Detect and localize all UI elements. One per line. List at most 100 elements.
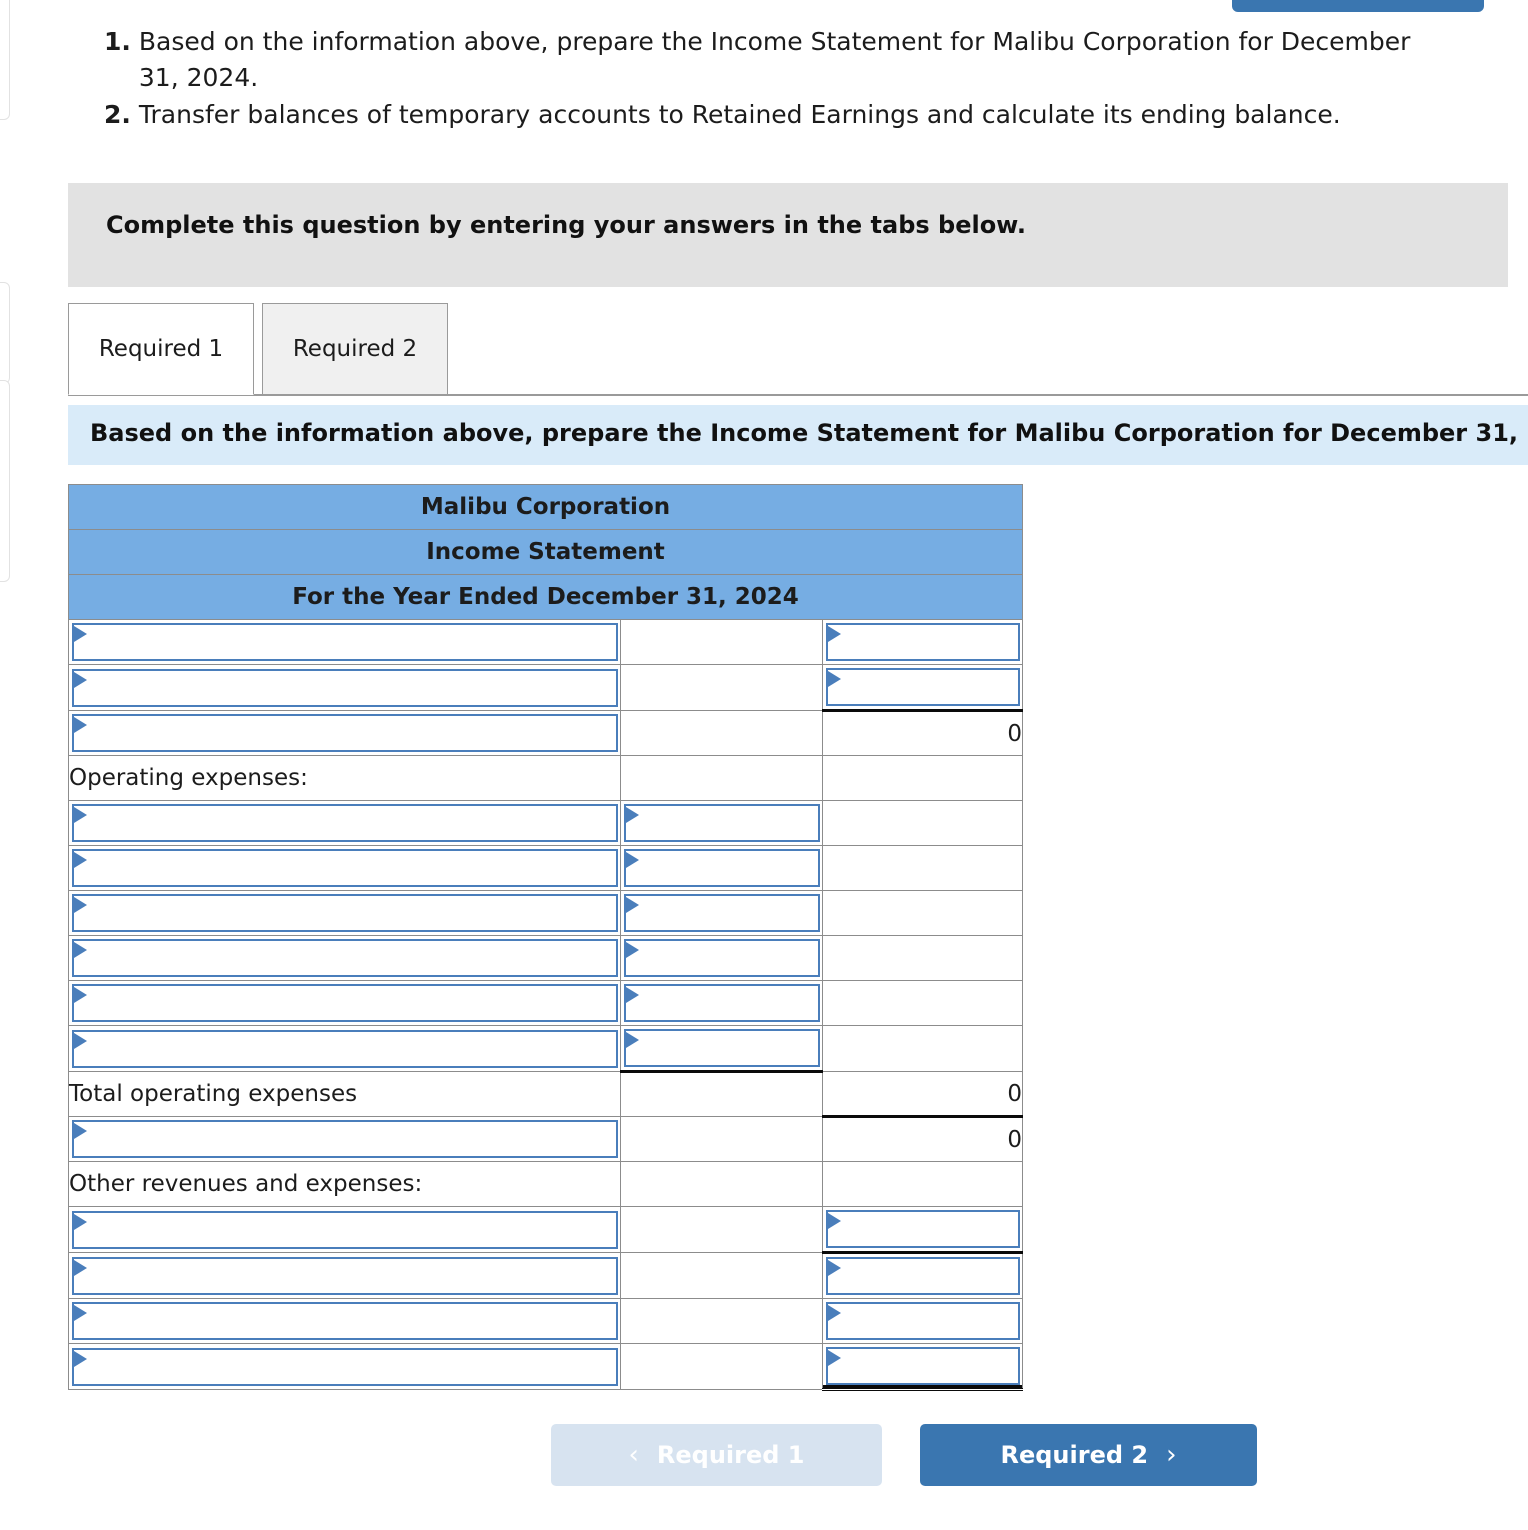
empty-cell (821, 845, 1024, 891)
table-row (68, 1025, 1024, 1073)
account-dropdown[interactable] (72, 668, 618, 707)
amount-dropdown[interactable] (624, 984, 820, 1022)
amount-select-cell[interactable] (821, 619, 1024, 665)
footer-navigation: ‹ Required 1 Required 2 › (551, 1424, 1261, 1486)
section-label-operating-expenses: Operating expenses: (68, 755, 621, 801)
section-label-other-revenues-expenses: Other revenues and expenses: (68, 1161, 621, 1207)
amount-dropdown[interactable] (624, 804, 820, 842)
table-row (68, 1252, 1024, 1299)
total-operating-expenses-label: Total operating expenses (68, 1071, 621, 1117)
amount-dropdown[interactable] (624, 939, 820, 977)
instruction-banner: Complete this question by entering your … (68, 183, 1508, 287)
other-account-select-cell[interactable] (68, 1252, 621, 1299)
expense-account-select-cell[interactable] (68, 845, 621, 891)
next-required-2-button[interactable]: Required 2 › (920, 1424, 1257, 1486)
amount-dropdown[interactable] (624, 894, 820, 932)
subtotal-account-select-cell[interactable] (68, 1116, 621, 1162)
amount-dropdown[interactable] (826, 1210, 1021, 1248)
expense-account-select-cell[interactable] (68, 980, 621, 1026)
top-action-button[interactable] (1232, 0, 1484, 12)
amount-dropdown[interactable] (826, 1347, 1021, 1385)
requirement-text: Based on the information above, prepare … (138, 27, 1411, 92)
account-dropdown[interactable] (72, 714, 618, 752)
expense-amount-select-cell[interactable] (620, 890, 823, 936)
other-account-select-cell[interactable] (68, 1343, 621, 1390)
amount-dropdown[interactable] (624, 1029, 820, 1067)
account-dropdown[interactable] (72, 1210, 618, 1249)
other-account-select-cell[interactable] (68, 1206, 621, 1253)
expense-account-select-cell[interactable] (68, 800, 621, 846)
empty-cell (821, 755, 1024, 801)
total-operating-expenses-value: 0 (821, 1071, 1024, 1118)
table-row (68, 619, 1024, 665)
table-row (68, 890, 1024, 936)
empty-cell (620, 1343, 823, 1390)
expense-amount-select-cell[interactable] (620, 980, 823, 1026)
amount-select-cell[interactable] (821, 664, 1024, 712)
amount-dropdown[interactable] (826, 1302, 1021, 1340)
account-select-cell[interactable] (68, 619, 621, 665)
expense-amount-select-cell[interactable] (620, 800, 823, 846)
computed-amount: 0 (821, 710, 1024, 756)
other-amount-select-cell[interactable] (821, 1298, 1024, 1344)
sheet-title-period: For the Year Ended December 31, 2024 (67, 574, 1024, 620)
account-dropdown[interactable] (72, 623, 618, 661)
empty-cell (620, 710, 823, 756)
expense-account-select-cell[interactable] (68, 890, 621, 936)
table-row (68, 1343, 1024, 1391)
empty-cell (821, 1025, 1024, 1072)
account-select-cell[interactable] (68, 710, 621, 756)
account-dropdown[interactable] (72, 1256, 618, 1295)
account-dropdown[interactable] (72, 1347, 618, 1386)
empty-cell (620, 755, 823, 801)
sheet-title-company: Malibu Corporation (67, 484, 1024, 530)
account-dropdown[interactable] (72, 1302, 618, 1340)
amount-dropdown[interactable] (826, 623, 1021, 661)
empty-cell (620, 1071, 823, 1117)
table-row: 0 (68, 710, 1024, 756)
requirement-item: 2. Transfer balances of temporary accoun… (104, 97, 1434, 133)
account-dropdown[interactable] (72, 939, 618, 977)
table-row (68, 1298, 1024, 1344)
expense-account-select-cell[interactable] (68, 935, 621, 981)
account-dropdown[interactable] (72, 894, 618, 932)
table-row (68, 664, 1024, 712)
tab-required-2[interactable]: Required 2 (262, 303, 448, 395)
account-dropdown[interactable] (72, 1120, 618, 1158)
computed-amount: 0 (821, 1116, 1024, 1162)
next-button-label: Required 2 (1000, 1441, 1149, 1469)
expense-amount-select-cell[interactable] (620, 1025, 823, 1073)
prompt-bar-text: Based on the information above, prepare … (90, 419, 1528, 447)
account-dropdown[interactable] (72, 984, 618, 1022)
other-amount-select-cell[interactable] (821, 1252, 1024, 1299)
requirement-number: 1. (104, 27, 131, 56)
empty-cell (821, 935, 1024, 981)
table-row (68, 1206, 1024, 1254)
account-select-cell[interactable] (68, 664, 621, 711)
account-dropdown[interactable] (72, 1029, 618, 1068)
left-panel-edge-top (0, 0, 10, 120)
requirement-item: 1. Based on the information above, prepa… (104, 24, 1434, 95)
requirement-number: 2. (104, 100, 131, 129)
table-row (68, 980, 1024, 1026)
prev-button-label: Required 1 (656, 1441, 805, 1469)
other-account-select-cell[interactable] (68, 1298, 621, 1344)
amount-dropdown[interactable] (624, 849, 820, 887)
sheet-title-row: Malibu Corporation (67, 484, 1024, 530)
expense-account-select-cell[interactable] (68, 1025, 621, 1072)
left-panel-edge-middle (0, 282, 10, 384)
amount-dropdown[interactable] (826, 1257, 1021, 1295)
expense-amount-select-cell[interactable] (620, 935, 823, 981)
tab-required-1[interactable]: Required 1 (68, 303, 254, 395)
account-dropdown[interactable] (72, 849, 618, 887)
expense-amount-select-cell[interactable] (620, 845, 823, 891)
sheet-title-statement: Income Statement (67, 529, 1024, 575)
other-amount-select-cell[interactable] (821, 1206, 1024, 1254)
table-row (68, 935, 1024, 981)
table-row (68, 800, 1024, 846)
account-dropdown[interactable] (72, 804, 618, 842)
amount-dropdown[interactable] (826, 668, 1021, 706)
table-row: Operating expenses: (68, 755, 1024, 801)
net-income-select-cell[interactable] (821, 1343, 1024, 1391)
prev-required-1-button[interactable]: ‹ Required 1 (551, 1424, 882, 1486)
